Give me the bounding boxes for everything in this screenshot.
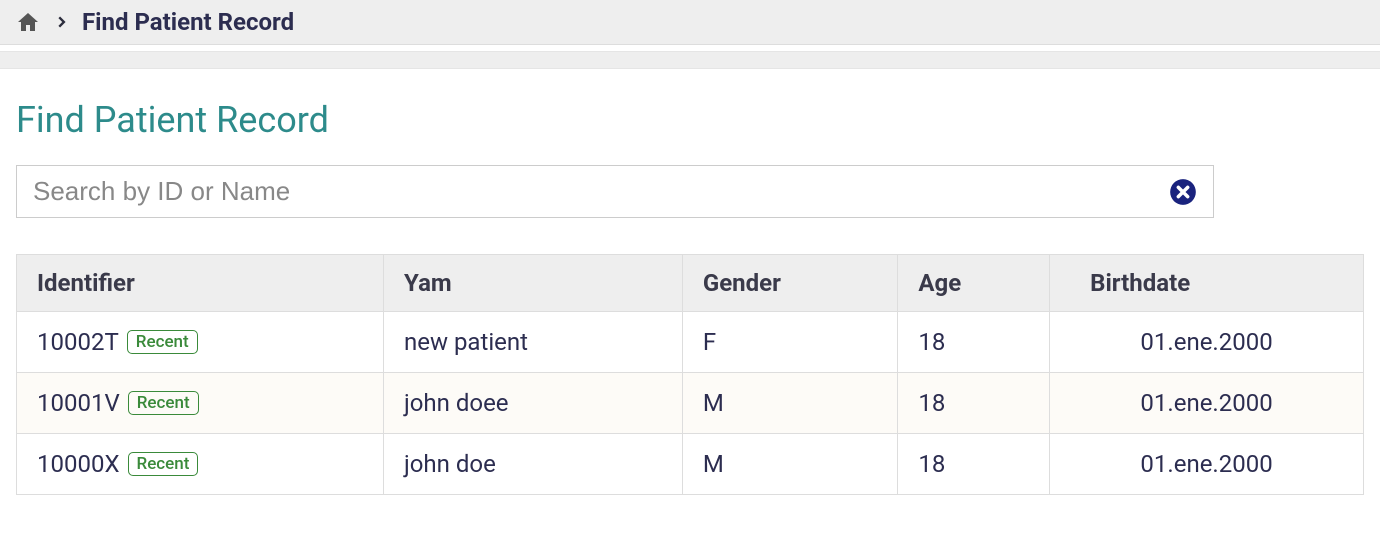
cell-gender: M xyxy=(682,434,898,495)
home-icon[interactable] xyxy=(16,10,40,34)
table-row[interactable]: 10002T Recent new patientF1801.ene.2000 xyxy=(17,312,1364,373)
cell-age: 18 xyxy=(898,312,1050,373)
cell-gender: F xyxy=(682,312,898,373)
cell-identifier: 10002T Recent xyxy=(17,312,384,373)
header-age: Age xyxy=(898,255,1050,312)
header-identifier: Identifier xyxy=(17,255,384,312)
header-birthdate: Birthdate xyxy=(1050,255,1364,312)
cell-gender: M xyxy=(682,373,898,434)
cell-birthdate: 01.ene.2000 xyxy=(1050,434,1364,495)
identifier-value: 10001V xyxy=(37,389,120,417)
cell-name: new patient xyxy=(383,312,682,373)
identifier-value: 10000X xyxy=(37,450,120,478)
cell-age: 18 xyxy=(898,373,1050,434)
cell-birthdate: 01.ene.2000 xyxy=(1050,312,1364,373)
cell-name: john doee xyxy=(383,373,682,434)
cell-name: john doe xyxy=(383,434,682,495)
patient-table: Identifier Yam Gender Age Birthdate 1000… xyxy=(16,254,1364,495)
breadcrumb: Find Patient Record xyxy=(0,0,1380,45)
cell-identifier: 10000X Recent xyxy=(17,434,384,495)
cell-identifier: 10001V Recent xyxy=(17,373,384,434)
page-title: Find Patient Record xyxy=(16,99,1364,141)
cell-birthdate: 01.ene.2000 xyxy=(1050,373,1364,434)
table-header-row: Identifier Yam Gender Age Birthdate xyxy=(17,255,1364,312)
header-name: Yam xyxy=(383,255,682,312)
search-input[interactable] xyxy=(33,176,1169,207)
main-content: Find Patient Record Identifier Yam Gende… xyxy=(0,69,1380,495)
recent-badge: Recent xyxy=(128,452,199,476)
identifier-value: 10002T xyxy=(37,328,119,356)
breadcrumb-current: Find Patient Record xyxy=(82,8,294,36)
header-gender: Gender xyxy=(682,255,898,312)
recent-badge: Recent xyxy=(127,330,198,354)
cell-age: 18 xyxy=(898,434,1050,495)
chevron-right-icon xyxy=(54,10,68,34)
clear-icon[interactable] xyxy=(1169,178,1197,206)
recent-badge: Recent xyxy=(128,391,199,415)
table-row[interactable]: 10000X Recent john doeM1801.ene.2000 xyxy=(17,434,1364,495)
search-wrapper xyxy=(16,165,1214,218)
table-row[interactable]: 10001V Recent john doeeM1801.ene.2000 xyxy=(17,373,1364,434)
spacer-bar xyxy=(0,51,1380,69)
